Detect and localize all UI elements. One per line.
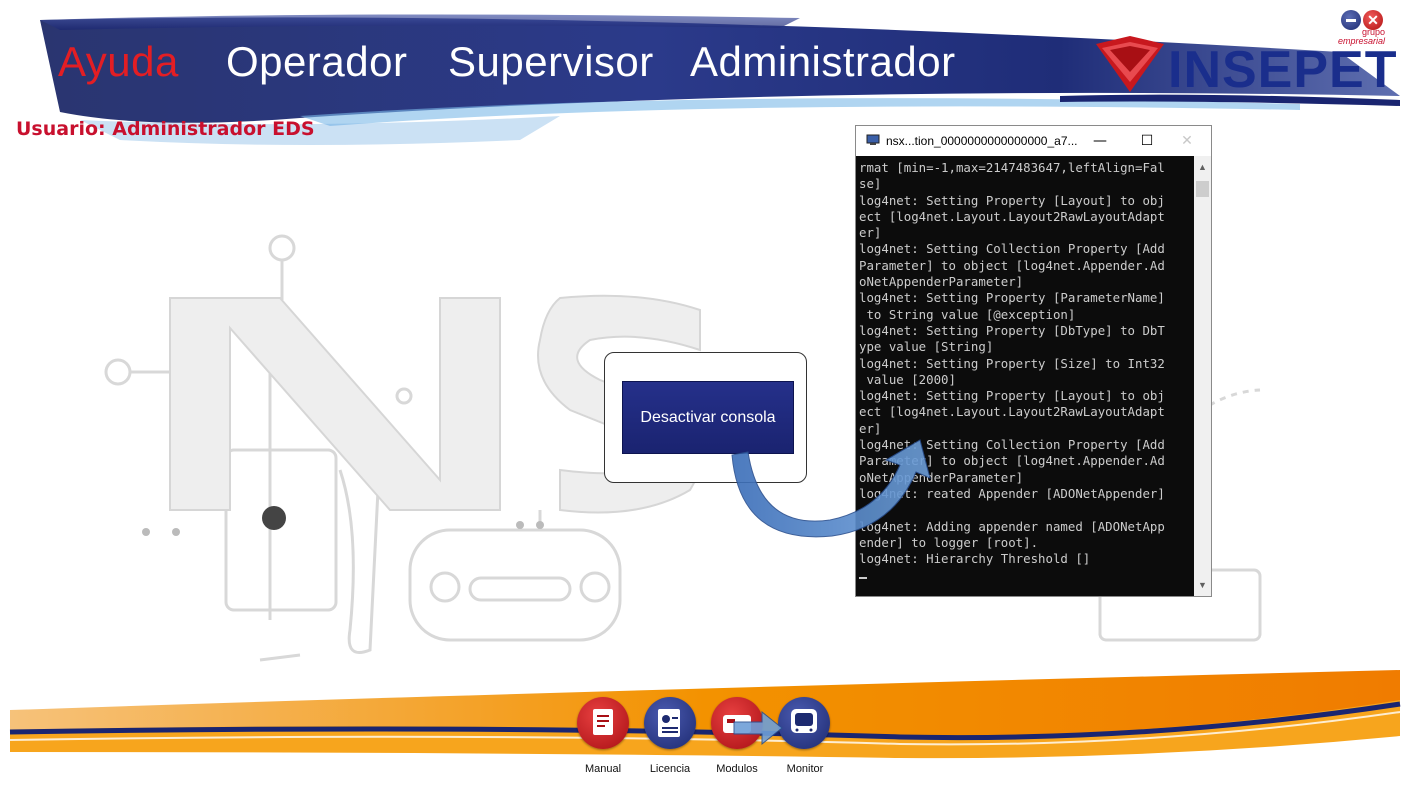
console-cursor: [859, 577, 867, 579]
console-line: to String value [@exception]: [859, 306, 1076, 322]
console-line: log4net: Hierarchy Threshold []: [859, 551, 1091, 567]
scroll-thumb[interactable]: [1196, 181, 1209, 197]
console-line: Parameter] to object [log4net.Appender.A…: [859, 453, 1165, 469]
console-line: er]: [859, 225, 882, 241]
modules-icon[interactable]: [711, 697, 763, 749]
logo-subtitle: grupo empresarial: [1338, 28, 1385, 46]
license-label: Licencia: [649, 763, 691, 775]
console-line: se]: [859, 176, 882, 192]
console-app-icon: [866, 134, 880, 145]
manual-icon[interactable]: [577, 697, 629, 749]
logo-subtitle-line2: empresarial: [1338, 36, 1386, 46]
console-line: log4net: Setting Collection Property [Ad…: [859, 437, 1165, 453]
console-line: log4net: Setting Property [Size] to Int3…: [859, 355, 1165, 371]
monitor-label: Monitor: [786, 763, 824, 775]
nav-ayuda[interactable]: Ayuda: [58, 38, 179, 86]
nav-operador[interactable]: Operador: [226, 38, 407, 86]
nav-administrador[interactable]: Administrador: [690, 38, 956, 86]
minimize-circle-icon[interactable]: [1341, 10, 1361, 30]
app-window: Ayuda Operador Supervisor Administrador …: [0, 0, 1407, 792]
console-close-button[interactable]: ✕: [1172, 130, 1202, 152]
console-titlebar[interactable]: nsx...tion_0000000000000000_a7... — ☐ ✕: [856, 126, 1211, 156]
insepet-logo-mark-icon: [1096, 36, 1164, 92]
console-output: rmat [min=-1,max=2147483647,leftAlign=Fa…: [859, 160, 1189, 590]
console-line: Parameter] to object [log4net.Appender.A…: [859, 257, 1165, 273]
console-window[interactable]: nsx...tion_0000000000000000_a7... — ☐ ✕ …: [855, 125, 1212, 597]
console-line: oNetAppenderParameter]: [859, 469, 1024, 485]
insepet-logo: INSEPET: [1168, 41, 1398, 99]
user-label: Usuario: Administrador EDS: [16, 118, 315, 140]
console-line: log4net: Setting Collection Property [Ad…: [859, 241, 1165, 257]
console-line: log4net: Setting Property [DbType] to Db…: [859, 322, 1165, 338]
console-line: log4net: Adding appender named [ADONetAp…: [859, 518, 1165, 534]
manual-label: Manual: [584, 763, 622, 775]
license-icon[interactable]: [644, 697, 696, 749]
close-circle-icon[interactable]: ✕: [1363, 10, 1383, 30]
deactivate-console-button[interactable]: Desactivar consola: [622, 381, 794, 454]
console-title: nsx...tion_0000000000000000_a7...: [886, 134, 1078, 148]
console-line: er]: [859, 420, 882, 436]
console-line: ect [log4net.Layout.Layout2RawLayoutAdap…: [859, 208, 1165, 224]
monitor-icon[interactable]: [778, 697, 830, 749]
console-line: ect [log4net.Layout.Layout2RawLayoutAdap…: [859, 404, 1165, 420]
console-line: ype value [String]: [859, 339, 994, 355]
console-toggle-panel: Desactivar consola: [604, 352, 807, 483]
scroll-down-icon[interactable]: ▼: [1198, 580, 1207, 590]
console-line: log4net: Setting Property [Layout] to ob…: [859, 192, 1165, 208]
console-line: log4net: Setting Property [ParameterName…: [859, 290, 1165, 306]
console-scrollbar[interactable]: ▲ ▼: [1194, 156, 1211, 596]
console-line: oNetAppenderParameter]: [859, 274, 1024, 290]
console-line: value [2000]: [859, 371, 956, 387]
nav-supervisor[interactable]: Supervisor: [448, 38, 654, 86]
console-maximize-button[interactable]: ☐: [1132, 130, 1162, 152]
console-minimize-button[interactable]: —: [1085, 130, 1115, 152]
console-line: rmat [min=-1,max=2147483647,leftAlign=Fa…: [859, 160, 1165, 175]
console-line: log4net: Setting Property [Layout] to ob…: [859, 388, 1165, 404]
scroll-up-icon[interactable]: ▲: [1198, 162, 1207, 172]
console-line: log4net: reated Appender [ADONetAppender…: [859, 485, 1165, 501]
modules-label: Modulos: [716, 763, 758, 775]
console-line: ender] to logger [root].: [859, 534, 1039, 550]
